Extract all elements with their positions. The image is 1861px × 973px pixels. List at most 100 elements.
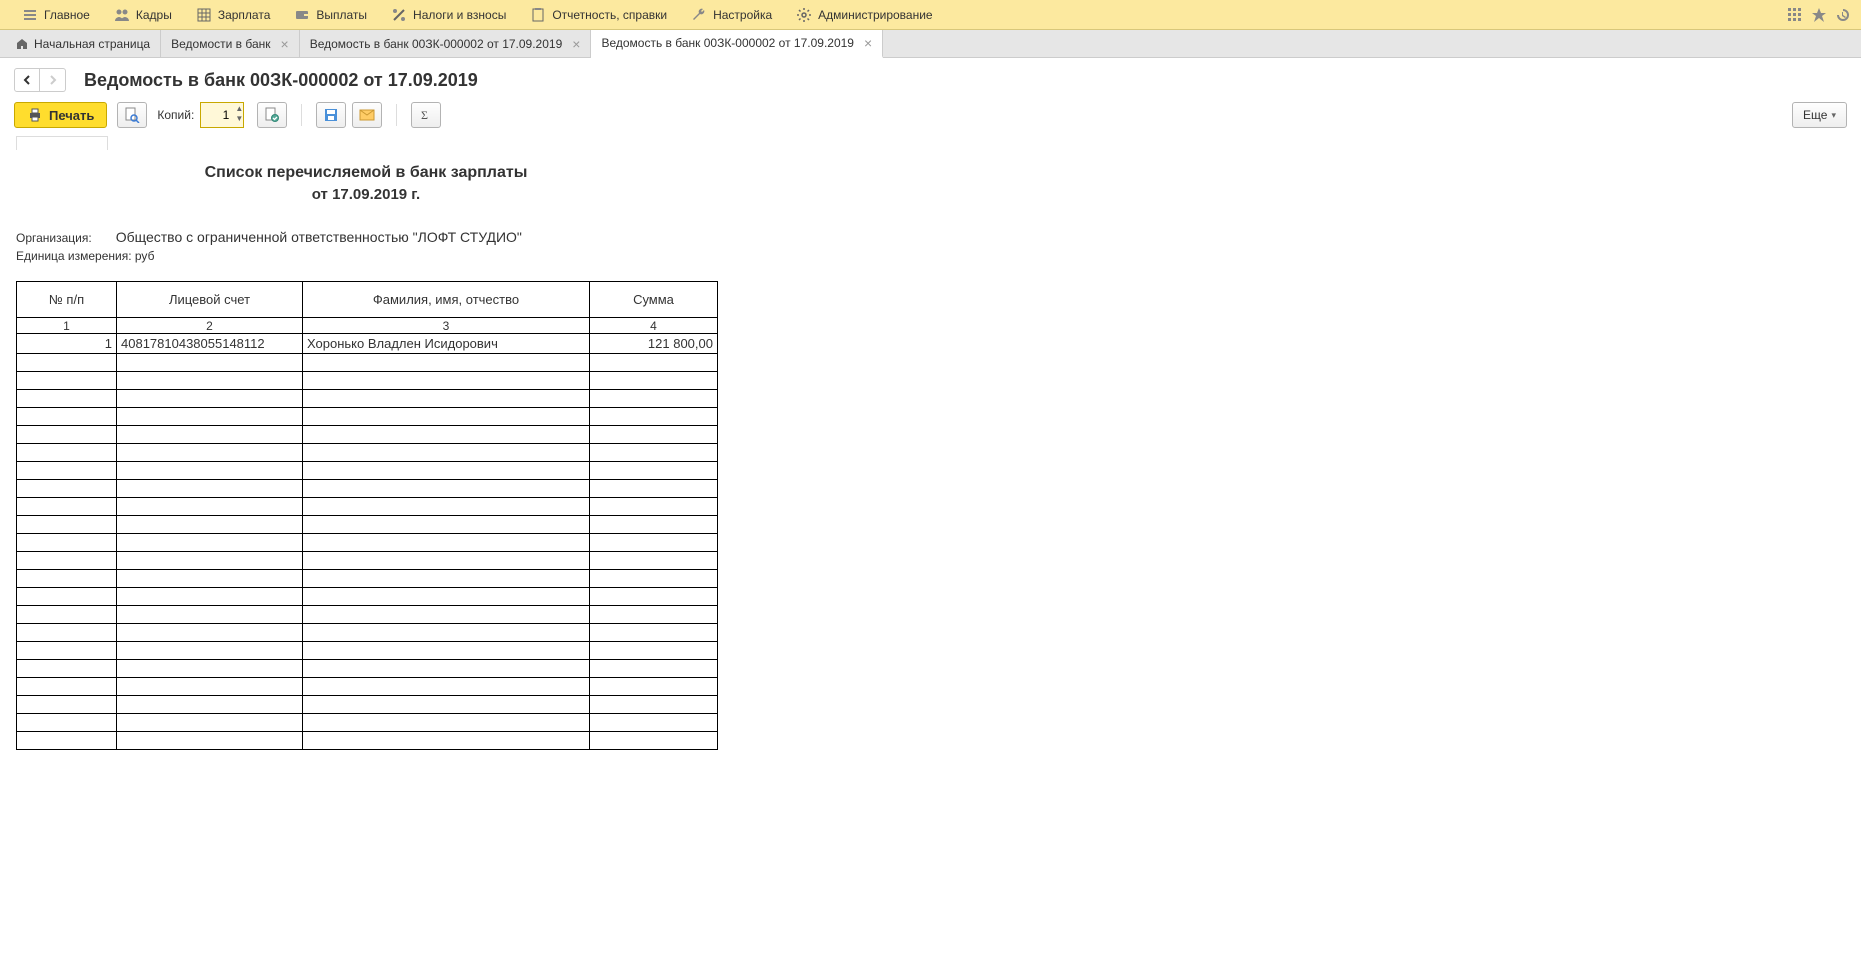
table-row-empty[interactable] (17, 534, 718, 552)
document-area: Список перечисляемой в банк зарплаты от … (0, 136, 1861, 770)
nav-line: Ведомость в банк 00ЗК-000002 от 17.09.20… (0, 58, 1861, 98)
tabsbar: Начальная страницаВедомости в банк×Ведом… (0, 30, 1861, 58)
org-label: Организация: (16, 231, 92, 245)
table-row-empty[interactable] (17, 588, 718, 606)
table-row-empty[interactable] (17, 678, 718, 696)
topbar-item-label: Зарплата (218, 8, 271, 22)
topbar-item-выплаты[interactable]: Выплаты (282, 0, 379, 30)
more-button-label: Еще (1803, 108, 1827, 122)
col-header-sum: Сумма (590, 282, 718, 318)
topbar-item-label: Настройка (713, 8, 772, 22)
more-button[interactable]: Еще ▾ (1792, 102, 1847, 128)
table-row-empty[interactable] (17, 372, 718, 390)
page-title: Ведомость в банк 00ЗК-000002 от 17.09.20… (84, 70, 478, 91)
apps-icon[interactable] (1787, 7, 1803, 23)
topbar-item-label: Главное (44, 8, 90, 22)
tab-label: Ведомость в банк 00ЗК-000002 от 17.09.20… (310, 37, 563, 51)
table-row-empty[interactable] (17, 642, 718, 660)
topbar-item-главное[interactable]: Главное (10, 0, 102, 30)
table-row-empty[interactable] (17, 426, 718, 444)
tab-label: Начальная страница (34, 37, 150, 51)
tab-2[interactable]: Ведомость в банк 00ЗК-000002 от 17.09.20… (300, 30, 592, 57)
copies-down[interactable]: ▼ (234, 115, 244, 125)
print-button-label: Печать (49, 108, 94, 123)
topbar: Главное Кадры Зарплата Выплаты Налоги и взно… (0, 0, 1861, 30)
table-row-empty[interactable] (17, 354, 718, 372)
tab-0[interactable]: Начальная страница (6, 30, 161, 57)
table-icon (196, 7, 212, 23)
table-row-empty[interactable] (17, 714, 718, 732)
table-row-empty[interactable] (17, 732, 718, 750)
col-header-account: Лицевой счет (117, 282, 303, 318)
topbar-item-отчетность, справки[interactable]: Отчетность, справки (518, 0, 679, 30)
doc-heading1: Список перечисляемой в банк зарплаты (16, 164, 716, 182)
topbar-item-label: Налоги и взносы (413, 8, 506, 22)
cell-account: 40817810438055148112 (117, 334, 303, 354)
percent-icon (391, 7, 407, 23)
wrench-icon (691, 7, 707, 23)
col-header-n: № п/п (17, 282, 117, 318)
close-icon[interactable]: × (864, 35, 872, 51)
topbar-item-налоги и взносы[interactable]: Налоги и взносы (379, 0, 518, 30)
table-row-empty[interactable] (17, 498, 718, 516)
mail-button[interactable] (352, 102, 382, 128)
table-row-empty[interactable] (17, 696, 718, 714)
table-row-empty[interactable] (17, 552, 718, 570)
cell-fio: Хоронько Владлен Исидорович (303, 334, 590, 354)
menu-icon (22, 7, 38, 23)
topbar-item-label: Кадры (136, 8, 172, 22)
topbar-item-настройка[interactable]: Настройка (679, 0, 784, 30)
colnum-sum: 4 (590, 318, 718, 334)
topbar-item-label: Администрирование (818, 8, 932, 22)
table-row-empty[interactable] (17, 624, 718, 642)
history-icon[interactable] (1835, 7, 1851, 23)
table-row-empty[interactable] (17, 462, 718, 480)
close-icon[interactable]: × (281, 36, 289, 52)
table-row-empty[interactable] (17, 444, 718, 462)
topbar-item-label: Отчетность, справки (552, 8, 667, 22)
table-row[interactable]: 140817810438055148112Хоронько Владлен Ис… (17, 334, 718, 354)
table-row-empty[interactable] (17, 606, 718, 624)
cell-n: 1 (17, 334, 117, 354)
sum-button[interactable]: Σ (411, 102, 441, 128)
colnum-account: 2 (117, 318, 303, 334)
col-header-fio: Фамилия, имя, отчество (303, 282, 590, 318)
tab-label: Ведомости в банк (171, 37, 270, 51)
table-row-empty[interactable] (17, 480, 718, 498)
table-row-empty[interactable] (17, 390, 718, 408)
print-button[interactable]: Печать (14, 102, 107, 128)
table-row-empty[interactable] (17, 660, 718, 678)
tab-3[interactable]: Ведомость в банк 00ЗК-000002 от 17.09.20… (591, 30, 883, 58)
svg-text:Σ: Σ (421, 108, 428, 122)
preview-button[interactable] (117, 102, 147, 128)
gear-icon (796, 7, 812, 23)
clipboard-icon (530, 7, 546, 23)
table-row-empty[interactable] (17, 408, 718, 426)
topbar-item-администрирование[interactable]: Администрирование (784, 0, 944, 30)
table-row-empty[interactable] (17, 516, 718, 534)
home-icon (16, 38, 28, 50)
close-icon[interactable]: × (572, 36, 580, 52)
toolbar: Печать Копий: ▲ ▼ Σ Еще ▾ (0, 98, 1861, 136)
nav-forward-button (40, 68, 66, 92)
save-button[interactable] (316, 102, 346, 128)
topbar-item-зарплата[interactable]: Зарплата (184, 0, 283, 30)
topbar-item-кадры[interactable]: Кадры (102, 0, 184, 30)
unit-label: Единица измерения: руб (16, 249, 154, 263)
wallet-icon (294, 7, 310, 23)
nav-back-button[interactable] (14, 68, 40, 92)
salary-table: № п/п Лицевой счет Фамилия, имя, отчеств… (16, 281, 718, 750)
colnum-fio: 3 (303, 318, 590, 334)
tab-1[interactable]: Ведомости в банк × (161, 30, 300, 57)
table-row-empty[interactable] (17, 570, 718, 588)
copies-label: Копий: (157, 108, 194, 122)
tab-label: Ведомость в банк 00ЗК-000002 от 17.09.20… (601, 36, 854, 50)
doc-heading2: от 17.09.2019 г. (16, 186, 716, 203)
star-icon[interactable] (1811, 7, 1827, 23)
org-value: Общество с ограниченной ответственностью… (116, 229, 522, 245)
users-icon (114, 7, 130, 23)
chevron-down-icon: ▾ (1831, 110, 1836, 121)
colnum-n: 1 (17, 318, 117, 334)
page-setup-button[interactable] (257, 102, 287, 128)
sheet-tab-stub[interactable] (16, 136, 108, 150)
